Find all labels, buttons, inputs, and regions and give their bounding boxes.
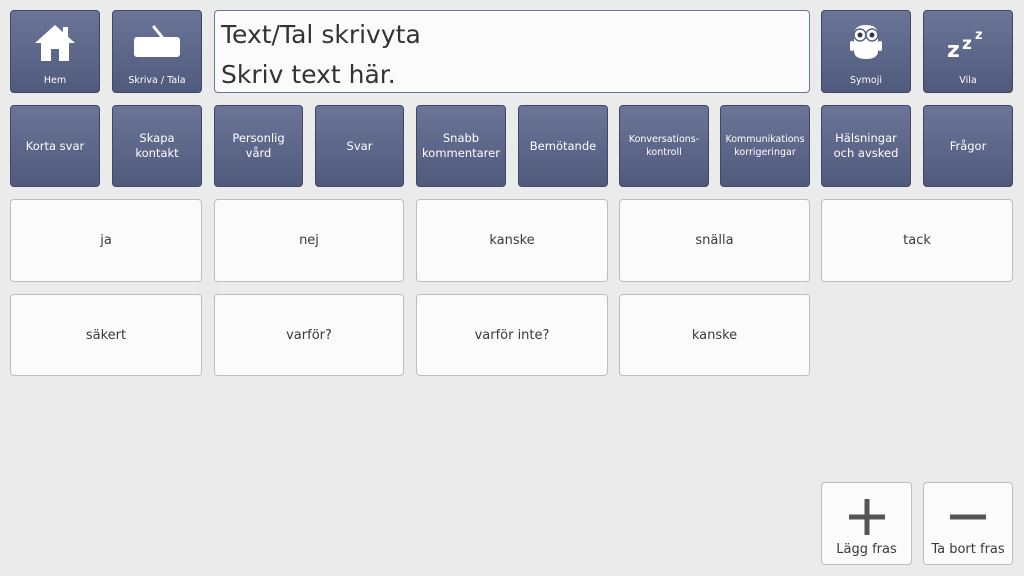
svg-text:z: z	[962, 34, 972, 54]
category-make-contact[interactable]: Skapa kontakt	[112, 105, 202, 187]
phrase-label: ja	[100, 233, 112, 248]
category-label: Skapa kontakt	[135, 131, 179, 160]
phrase-button[interactable]: kanske	[619, 294, 810, 376]
home-label: Hem	[43, 75, 67, 86]
keyboard-icon	[113, 25, 201, 59]
remove-phrase-button[interactable]: Ta bort fras	[923, 482, 1013, 565]
phrase-button[interactable]: nej	[214, 199, 404, 282]
write-speak-label: Skriva / Tala	[128, 75, 186, 86]
phrase-button[interactable]: tack	[821, 199, 1013, 282]
phrase-label: nej	[299, 233, 319, 248]
rest-button[interactable]: z z z Vila	[923, 10, 1013, 93]
phrase-label: varför inte?	[474, 327, 550, 343]
category-conversation-control[interactable]: Konversations- kontroll	[619, 105, 709, 187]
write-speak-button[interactable]: Skriva / Tala	[112, 10, 202, 93]
home-button[interactable]: Hem	[10, 10, 100, 93]
phrase-button[interactable]: säkert	[10, 294, 202, 376]
category-label: Svar	[346, 138, 373, 153]
svg-text:z: z	[975, 28, 983, 43]
phrase-button[interactable]: varför inte?	[416, 294, 608, 376]
symoji-button[interactable]: Symoji	[821, 10, 911, 93]
phrase-label: tack	[903, 233, 931, 248]
minus-icon	[924, 497, 1012, 537]
phrase-label: varför?	[286, 327, 332, 343]
category-questions[interactable]: Frågor	[923, 105, 1013, 187]
category-label: Konversations- kontroll	[628, 134, 700, 158]
remove-phrase-label: Ta bort fras	[931, 542, 1005, 557]
category-label: Bemötande	[529, 138, 597, 153]
phrase-label: snälla	[695, 233, 734, 248]
category-answers[interactable]: Svar	[315, 105, 404, 187]
category-label: Korta svar	[25, 138, 85, 153]
phrase-button[interactable]: kanske	[416, 199, 608, 282]
category-label: Snabb kommentarer	[422, 131, 500, 160]
symoji-face-icon	[822, 21, 910, 63]
phrase-label: kanske	[691, 327, 738, 343]
category-greetings[interactable]: Hälsningar och avsked	[821, 105, 911, 187]
phrase-label: säkert	[85, 327, 127, 343]
house-icon	[11, 21, 99, 65]
sleep-zzz-icon: z z z	[924, 21, 1012, 61]
category-short-answers[interactable]: Korta svar	[10, 105, 100, 187]
category-label: Personlig vård	[232, 131, 285, 160]
category-label: Kommunikations korrigeringar	[725, 134, 805, 158]
message-text-area[interactable]: Text/Tal skrivyta Skriv text här.	[214, 10, 810, 93]
symoji-label: Symoji	[850, 75, 882, 86]
add-phrase-button[interactable]: Lägg fras	[821, 482, 912, 565]
category-label: Frågor	[949, 138, 987, 153]
category-quick-comments[interactable]: Snabb kommentarer	[416, 105, 506, 187]
category-communication-corrections[interactable]: Kommunikations korrigeringar	[720, 105, 810, 187]
svg-text:z: z	[947, 38, 960, 61]
category-label: Hälsningar och avsked	[833, 131, 899, 160]
phrase-button[interactable]: varför?	[214, 294, 404, 376]
phrase-button[interactable]: snälla	[619, 199, 810, 282]
phrase-label: kanske	[489, 233, 535, 248]
phrase-button[interactable]: ja	[10, 199, 202, 282]
message-placeholder: Skriv text här.	[221, 60, 396, 89]
message-title: Text/Tal skrivyta	[221, 20, 421, 49]
category-treatment[interactable]: Bemötande	[518, 105, 608, 187]
add-phrase-label: Lägg fras	[836, 542, 897, 557]
plus-icon	[822, 497, 911, 537]
category-personal-care[interactable]: Personlig vård	[214, 105, 303, 187]
rest-label: Vila	[959, 75, 977, 86]
